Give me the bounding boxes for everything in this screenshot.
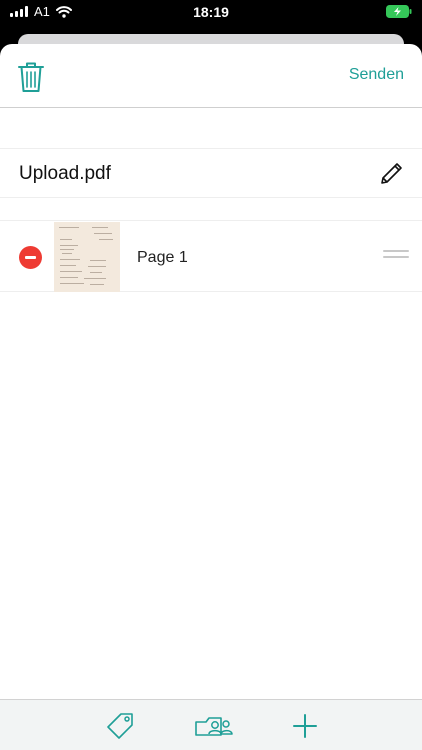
page-label: Page 1: [137, 249, 188, 266]
send-button[interactable]: Senden: [349, 66, 404, 84]
battery-icon: [386, 5, 412, 18]
filename-row[interactable]: Upload.pdf: [0, 148, 422, 198]
pencil-icon[interactable]: [378, 161, 404, 187]
page-row[interactable]: Page 1: [0, 220, 422, 292]
bottom-toolbar: [0, 699, 422, 750]
trash-icon[interactable]: [16, 60, 46, 94]
status-bar: A1 18:19: [0, 0, 422, 24]
document-sheet: Senden Upload.pdf Page 1: [0, 44, 422, 750]
minus-circle-icon[interactable]: [19, 246, 42, 269]
filename-label: Upload.pdf: [19, 163, 111, 184]
contacts-icon[interactable]: [193, 708, 235, 742]
plus-icon[interactable]: [292, 708, 318, 742]
drag-handle-icon[interactable]: [383, 250, 409, 264]
status-time: 18:19: [193, 4, 229, 20]
tag-icon[interactable]: [104, 708, 138, 742]
page-thumbnail: [54, 222, 120, 292]
nav-bar: Senden: [0, 44, 422, 108]
